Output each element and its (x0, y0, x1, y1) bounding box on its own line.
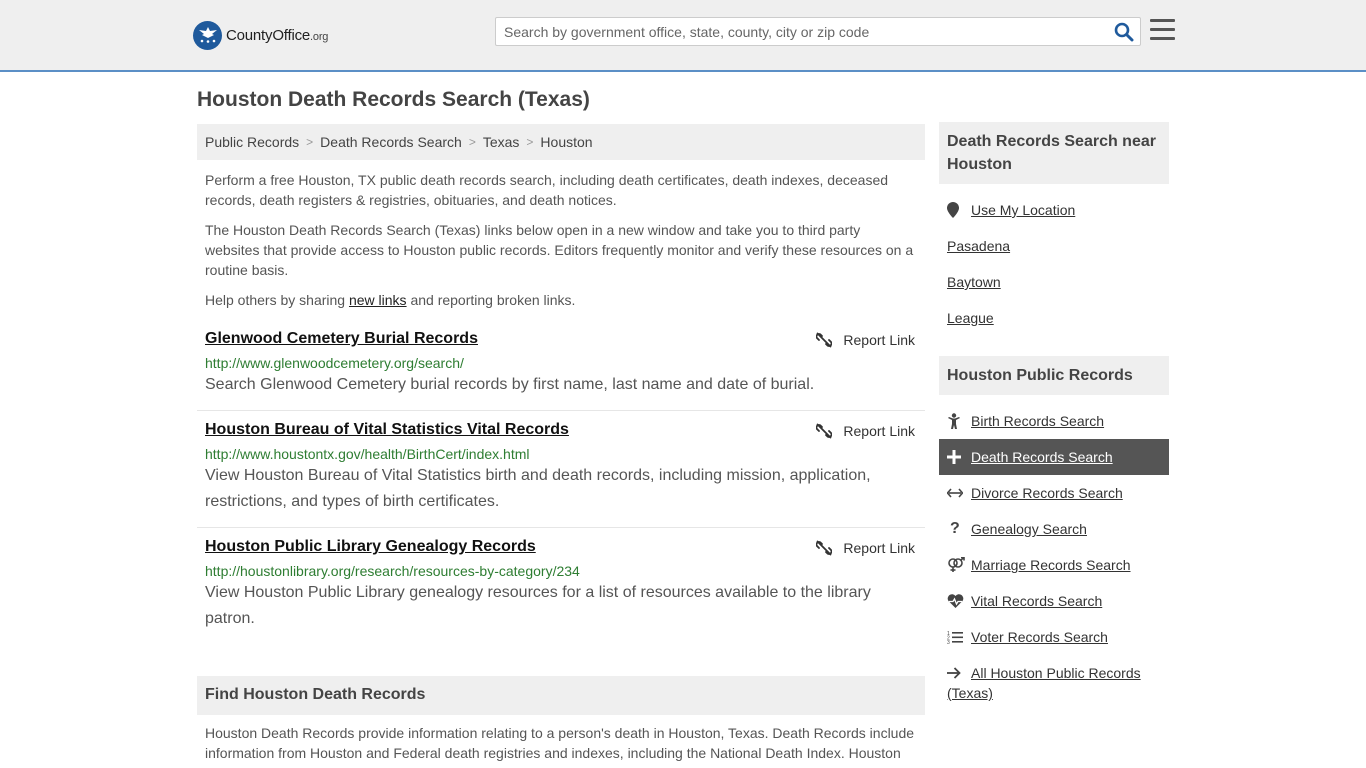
breadcrumb-death-records[interactable]: Death Records Search (320, 134, 462, 150)
league-link[interactable]: League (947, 308, 994, 328)
svg-text:3: 3 (947, 640, 950, 644)
result-description: View Houston Bureau of Vital Statistics … (205, 467, 871, 510)
breadcrumb-public-records[interactable]: Public Records (205, 134, 299, 150)
arrow-right-icon (947, 663, 971, 683)
sidebar-item-death-records[interactable]: Death Records Search (939, 439, 1169, 475)
result-item: Glenwood Cemetery Burial Records http://… (197, 324, 925, 411)
sidebar-item-baytown[interactable]: Baytown (947, 272, 1169, 292)
site-logo[interactable]: CountyOffice.org (193, 20, 328, 50)
intro-text: Help others by sharing (205, 292, 349, 308)
heartbeat-icon (947, 591, 971, 611)
find-section-heading: Find Houston Death Records (197, 676, 925, 715)
report-link-button[interactable]: Report Link (816, 423, 915, 439)
map-marker-icon (947, 200, 971, 220)
baytown-link[interactable]: Baytown (947, 272, 1001, 292)
intro-paragraph-2: The Houston Death Records Search (Texas)… (205, 222, 914, 278)
new-links-link[interactable]: new links (349, 292, 407, 308)
breadcrumb-texas[interactable]: Texas (483, 134, 520, 150)
breadcrumb-separator: > (526, 135, 534, 149)
sidebar-item-divorce-records[interactable]: Divorce Records Search (947, 483, 1169, 503)
result-description: View Houston Public Library genealogy re… (205, 584, 871, 627)
sidebar-item-vital-records[interactable]: Vital Records Search (947, 591, 1169, 611)
sidebar-item-birth-records[interactable]: Birth Records Search (947, 411, 1169, 431)
breadcrumb-separator: > (306, 135, 314, 149)
breadcrumb: Public Records > Death Records Search > … (197, 124, 925, 160)
logo-text: CountyOffice.org (226, 27, 328, 44)
breadcrumb-houston: Houston (540, 134, 593, 150)
question-icon: ? (950, 520, 960, 537)
plus-icon (947, 447, 971, 467)
result-item: Houston Public Library Genealogy Records… (197, 532, 925, 642)
pasadena-link[interactable]: Pasadena (947, 236, 1010, 256)
search-icon (1114, 22, 1134, 42)
result-description: Search Glenwood Cemetery burial records … (205, 376, 815, 393)
result-item: Houston Bureau of Vital Statistics Vital… (197, 415, 925, 528)
sidebar-item-voter-records[interactable]: 123 Voter Records Search (947, 627, 1169, 647)
birth-records-link[interactable]: Birth Records Search (971, 411, 1104, 431)
voter-records-link[interactable]: Voter Records Search (971, 627, 1108, 647)
search-button[interactable] (1114, 22, 1134, 42)
breadcrumb-separator: > (468, 135, 476, 149)
venus-mars-icon (947, 555, 971, 575)
sidebar-near-heading: Death Records Search near Houston (939, 122, 1169, 184)
search-box (495, 17, 1141, 46)
report-link-label: Report Link (843, 423, 915, 439)
broken-link-icon (816, 540, 833, 556)
child-icon (947, 411, 971, 431)
site-header: CountyOffice.org (0, 0, 1366, 72)
page-title: Houston Death Records Search (Texas) (197, 88, 590, 111)
result-url[interactable]: http://www.houstontx.gov/health/BirthCer… (205, 446, 925, 462)
seal-icon (193, 20, 222, 50)
broken-link-icon (816, 423, 833, 439)
death-records-link[interactable]: Death Records Search (971, 447, 1113, 467)
all-public-records-link[interactable]: All Houston Public Records (Texas) (947, 665, 1141, 701)
sidebar-item-all-records[interactable]: All Houston Public Records (Texas) (947, 663, 1169, 703)
sidebar-item-pasadena[interactable]: Pasadena (947, 236, 1169, 256)
broken-link-icon (816, 332, 833, 348)
arrows-horizontal-icon (947, 483, 971, 503)
report-link-button[interactable]: Report Link (816, 540, 915, 556)
result-url[interactable]: http://houstonlibrary.org/research/resou… (205, 563, 925, 579)
report-link-label: Report Link (843, 540, 915, 556)
list-icon: 123 (947, 627, 971, 647)
report-link-button[interactable]: Report Link (816, 332, 915, 348)
logo-main: CountyOffice (226, 26, 311, 44)
intro-paragraph-3: Help others by sharing new links and rep… (205, 290, 917, 310)
vital-records-link[interactable]: Vital Records Search (971, 591, 1102, 611)
sidebar-public-heading: Houston Public Records (939, 356, 1169, 395)
marriage-records-link[interactable]: Marriage Records Search (971, 555, 1131, 575)
intro-paragraph-1: Perform a free Houston, TX public death … (205, 172, 889, 208)
result-url[interactable]: http://www.glenwoodcemetery.org/search/ (205, 355, 925, 371)
sidebar-item-genealogy[interactable]: ? Genealogy Search (947, 519, 1169, 539)
hamburger-menu-icon[interactable] (1150, 19, 1175, 41)
sidebar-item-league[interactable]: League (947, 308, 1169, 328)
search-input[interactable] (504, 18, 1104, 45)
divorce-records-link[interactable]: Divorce Records Search (971, 483, 1123, 503)
intro-text: and reporting broken links. (406, 292, 576, 308)
genealogy-link[interactable]: Genealogy Search (971, 519, 1087, 539)
report-link-label: Report Link (843, 332, 915, 348)
use-my-location-link[interactable]: Use My Location (971, 200, 1075, 220)
find-section-text: Houston Death Records provide informatio… (205, 725, 915, 761)
logo-suffix: .org (310, 30, 329, 43)
sidebar-item-marriage-records[interactable]: Marriage Records Search (947, 555, 1169, 575)
sidebar-item-use-my-location[interactable]: Use My Location (947, 200, 1169, 220)
